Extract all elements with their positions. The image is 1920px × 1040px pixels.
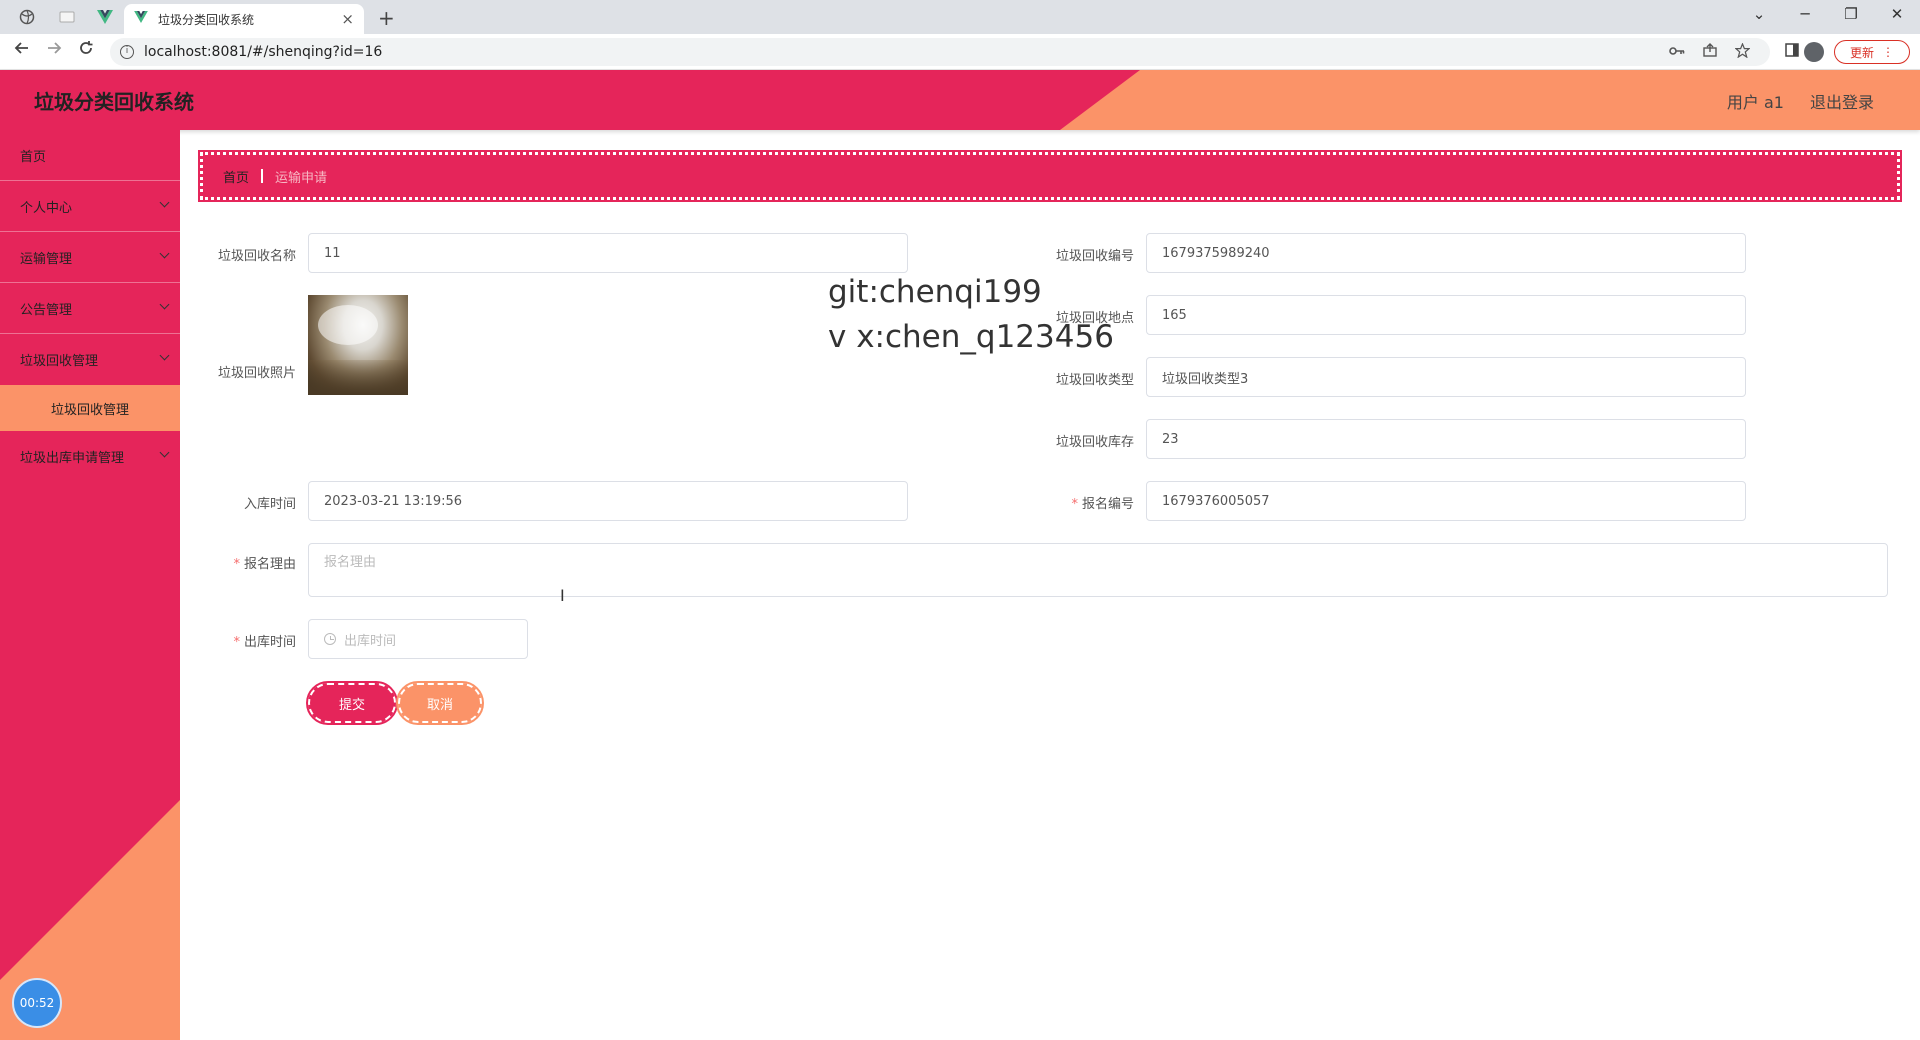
back-arrow-icon[interactable] xyxy=(10,40,34,61)
browser-address-bar: i localhost:8081/#/shenqing?id=16 更新 ⋮ xyxy=(0,34,1920,70)
sidebar: 首页 个人中心 运输管理 公告管理 垃圾回收管理 垃圾回收管理 垃圾出库申请管理… xyxy=(0,130,180,1040)
pinned-tab-vue-icon[interactable] xyxy=(88,5,122,29)
sidebar-item-transport[interactable]: 运输管理 xyxy=(0,232,180,283)
sidebar-item-label: 运输管理 xyxy=(20,251,73,267)
watermark: git:chenqi199 v x:chen_q123456 xyxy=(828,270,1114,360)
sidebar-item-outbound[interactable]: 垃圾出库申请管理 xyxy=(0,431,180,482)
sidebar-item-label: 首页 xyxy=(20,149,47,165)
type-label: 垃圾回收类型 xyxy=(1055,373,1134,388)
reload-icon[interactable] xyxy=(74,40,98,61)
reason-label-text: 报名理由 xyxy=(243,557,296,572)
bookmark-star-icon[interactable] xyxy=(1734,41,1751,62)
outtime-label: * 出库时间 xyxy=(196,631,296,650)
more-menu-icon: ⋮ xyxy=(1882,45,1894,59)
chevron-down-icon xyxy=(159,197,170,208)
new-tab-button[interactable]: + xyxy=(378,6,395,30)
watermark-line2: v x:chen_q123456 xyxy=(828,319,1114,355)
stock-input[interactable]: 23 xyxy=(1146,419,1746,459)
header-red-band xyxy=(0,70,1140,130)
url-text: localhost:8081/#/shenqing?id=16 xyxy=(144,44,383,60)
sidebar-item-home[interactable]: 首页 xyxy=(0,130,180,181)
text-cursor-icon: I xyxy=(560,586,565,605)
submit-button[interactable]: 提交 xyxy=(306,681,398,725)
sidebar-item-recycle[interactable]: 垃圾回收管理 xyxy=(0,334,180,385)
chevron-down-icon xyxy=(159,248,170,259)
regno-value: 1679376005057 xyxy=(1162,493,1270,509)
update-label: 更新 xyxy=(1849,45,1874,60)
intime-label: 入库时间 xyxy=(243,497,296,512)
reason-label: * 报名理由 xyxy=(196,553,296,572)
intime-input[interactable]: 2023-03-21 13:19:56 xyxy=(308,481,908,521)
side-panel-icon[interactable] xyxy=(1780,42,1804,62)
location-input[interactable]: 165 xyxy=(1146,295,1746,335)
chevron-down-icon xyxy=(159,447,170,458)
sidebar-subitem-label: 垃圾回收管理 xyxy=(50,402,129,418)
regno-input[interactable]: 1679376005057 xyxy=(1146,481,1746,521)
pinned-tab-globe-icon[interactable] xyxy=(10,5,44,29)
outtime-date-picker[interactable]: 出库时间 xyxy=(308,619,528,659)
sidebar-item-personal-center[interactable]: 个人中心 xyxy=(0,181,180,232)
key-icon[interactable] xyxy=(1669,44,1685,60)
app-title: 垃圾分类回收系统 xyxy=(34,90,194,114)
regno-label: * 报名编号 xyxy=(1034,493,1134,512)
type-value: 垃圾回收类型3 xyxy=(1162,371,1249,387)
breadcrumb-home[interactable]: 首页 xyxy=(223,167,249,186)
breadcrumb-separator xyxy=(261,169,264,183)
url-field[interactable]: i localhost:8081/#/shenqing?id=16 xyxy=(110,38,1770,66)
logout-link[interactable]: 退出登录 xyxy=(1810,89,1874,113)
active-tab[interactable]: 垃圾分类回收系统 × xyxy=(124,4,364,34)
sidebar-item-label: 个人中心 xyxy=(20,200,73,216)
breadcrumb-current: 运输申请 xyxy=(275,170,328,186)
code-value: 1679375989240 xyxy=(1162,245,1270,261)
reason-placeholder: 报名理由 xyxy=(324,555,377,570)
intime-value: 2023-03-21 13:19:56 xyxy=(324,493,463,509)
name-input[interactable]: 11 xyxy=(308,233,908,273)
minimize-button[interactable]: ─ xyxy=(1790,5,1820,23)
required-mark: * xyxy=(1071,497,1078,512)
required-mark: * xyxy=(233,557,240,572)
required-mark: * xyxy=(233,635,240,650)
sidebar-subitem-recycle-manage[interactable]: 垃圾回收管理 xyxy=(0,385,180,431)
tab-title: 垃圾分类回收系统 xyxy=(158,12,255,27)
code-label: 垃圾回收编号 xyxy=(1055,249,1134,264)
recording-timer-badge[interactable]: 00:52 xyxy=(12,978,62,1028)
tab-search-chevron-icon[interactable]: ⌄ xyxy=(1744,5,1774,23)
sidebar-item-label: 垃圾出库申请管理 xyxy=(20,451,125,466)
regno-label-text: 报名编号 xyxy=(1081,497,1134,512)
cancel-button[interactable]: 取消 xyxy=(396,681,484,725)
profile-avatar-icon[interactable] xyxy=(1804,42,1824,62)
stock-label: 垃圾回收库存 xyxy=(1055,435,1134,450)
site-info-icon[interactable]: i xyxy=(120,45,134,59)
app-header: 垃圾分类回收系统 用户 a1 退出登录 xyxy=(0,70,1920,130)
name-label: 垃圾回收名称 xyxy=(217,249,296,264)
chevron-down-icon xyxy=(159,350,170,361)
reason-textarea[interactable]: 报名理由 xyxy=(308,543,1888,597)
type-input[interactable]: 垃圾回收类型3 xyxy=(1146,357,1746,397)
browser-tab-bar: 垃圾分类回收系统 × + ⌄ ─ ❐ ✕ xyxy=(0,0,1920,34)
chevron-down-icon xyxy=(159,299,170,310)
stock-value: 23 xyxy=(1162,431,1179,447)
vue-logo-icon xyxy=(134,11,148,27)
sidebar-item-notice[interactable]: 公告管理 xyxy=(0,283,180,334)
pinned-tab-page-icon[interactable] xyxy=(50,5,84,29)
sidebar-item-label: 公告管理 xyxy=(20,302,73,318)
clock-icon xyxy=(324,633,336,645)
name-value: 11 xyxy=(324,245,341,261)
recycle-photo-image xyxy=(308,295,408,395)
forward-arrow-icon[interactable] xyxy=(42,40,66,61)
maximize-button[interactable]: ❐ xyxy=(1836,5,1866,23)
code-input[interactable]: 1679375989240 xyxy=(1146,233,1746,273)
update-button[interactable]: 更新 ⋮ xyxy=(1834,40,1910,64)
current-user: 用户 a1 xyxy=(1726,93,1784,112)
outtime-label-text: 出库时间 xyxy=(243,635,296,650)
location-value: 165 xyxy=(1162,307,1187,323)
share-icon[interactable] xyxy=(1703,43,1717,61)
tab-close-icon[interactable]: × xyxy=(341,10,354,28)
close-window-button[interactable]: ✕ xyxy=(1882,5,1912,23)
outtime-placeholder: 出库时间 xyxy=(344,633,397,649)
breadcrumb: 首页 运输申请 xyxy=(198,150,1902,202)
sidebar-item-label: 垃圾回收管理 xyxy=(20,354,99,369)
photo-label: 垃圾回收照片 xyxy=(217,366,296,381)
watermark-line1: git:chenqi199 xyxy=(828,274,1042,310)
